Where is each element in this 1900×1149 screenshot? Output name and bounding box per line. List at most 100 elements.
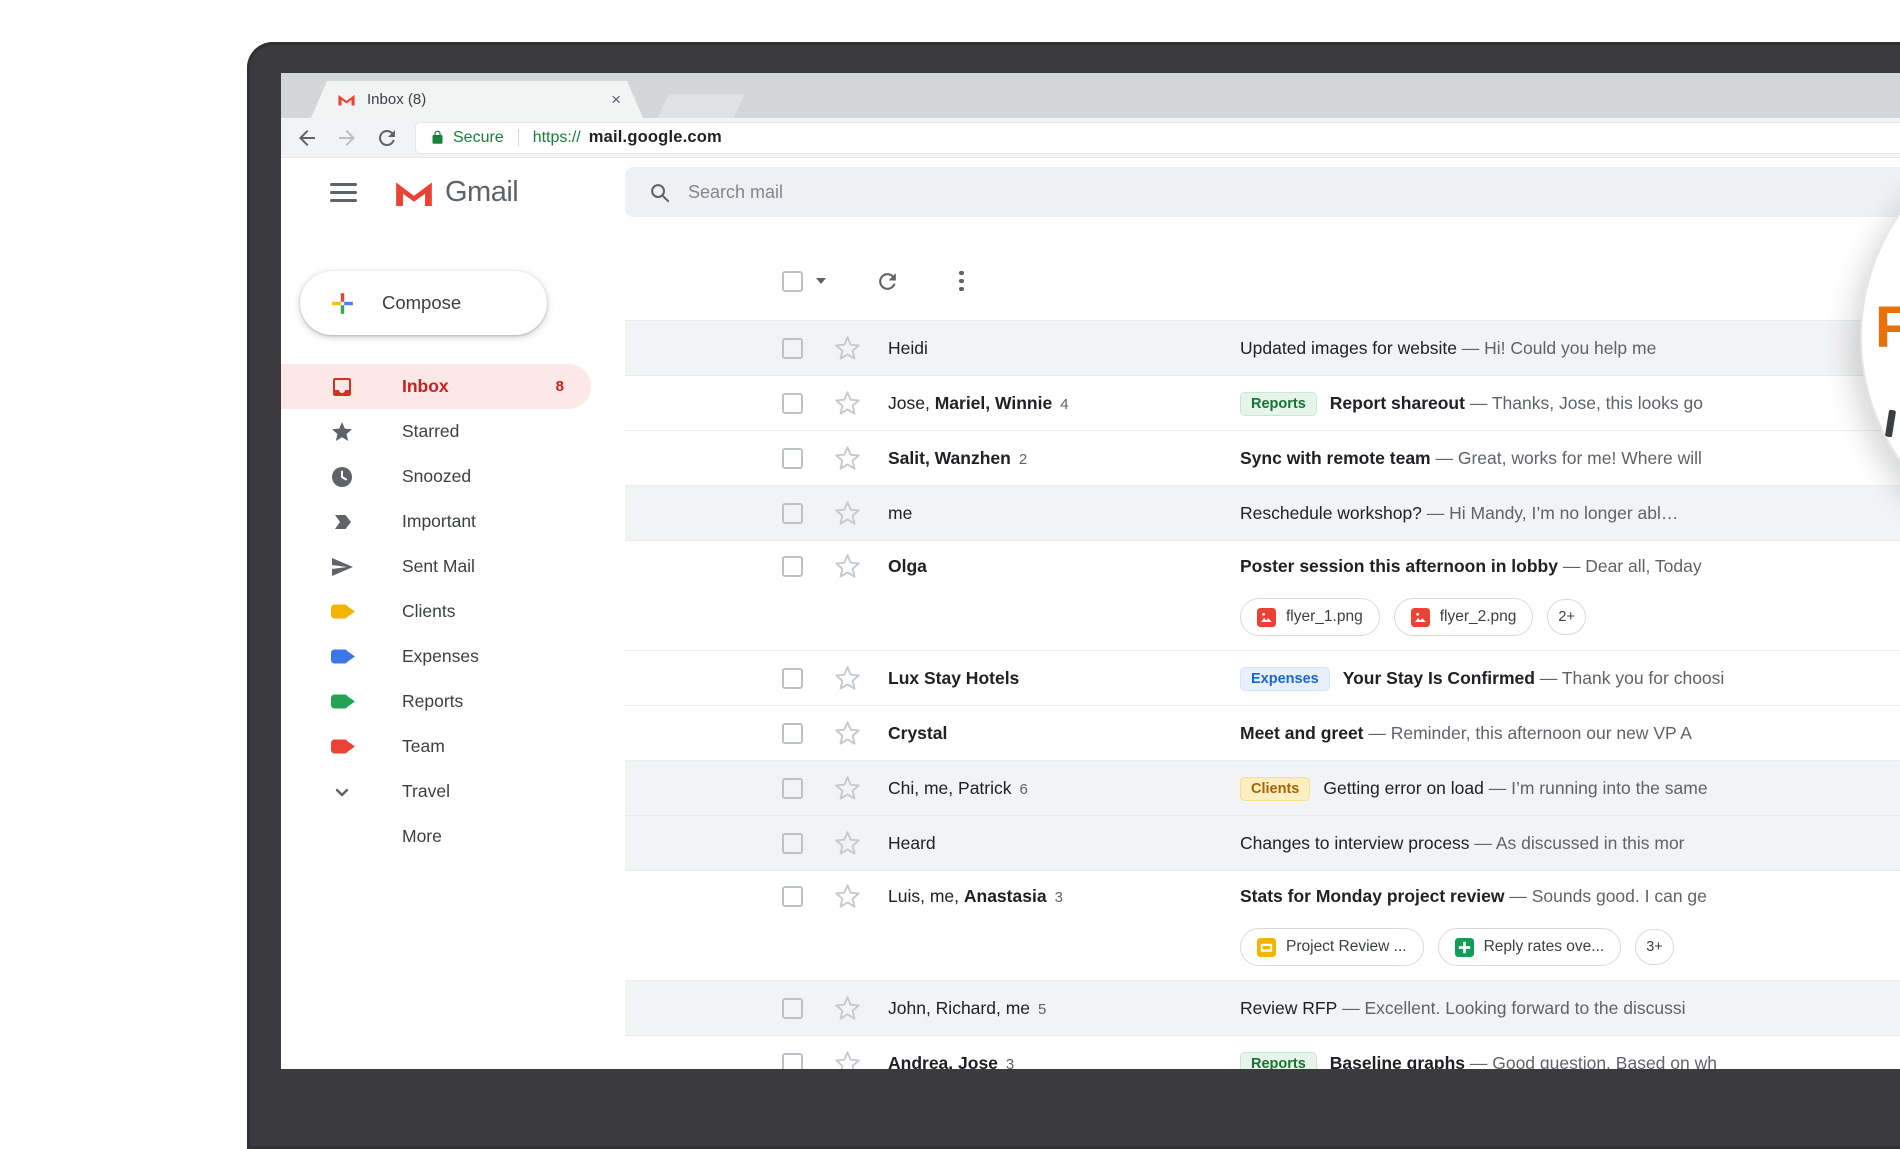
sidebar-item-starred[interactable]: Starred bbox=[281, 409, 591, 454]
forward-icon[interactable] bbox=[335, 126, 359, 150]
attachment-chip[interactable]: flyer_1.png bbox=[1240, 598, 1380, 636]
refresh-icon[interactable] bbox=[875, 269, 900, 294]
row-checkbox[interactable] bbox=[782, 723, 803, 744]
table-row[interactable]: HeidiUpdated images for website — Hi! Co… bbox=[625, 321, 1900, 376]
sidebar-item-expenses[interactable]: Expenses bbox=[281, 634, 591, 679]
row-main: Updated images for website — Hi! Could y… bbox=[1240, 321, 1900, 376]
row-checkbox-cell bbox=[782, 761, 803, 816]
tag-icon bbox=[330, 600, 357, 624]
sidebar-item-important[interactable]: Important bbox=[281, 499, 591, 544]
more-options-icon[interactable] bbox=[957, 269, 966, 294]
star-icon[interactable] bbox=[834, 390, 861, 417]
row-checkbox-cell bbox=[782, 871, 803, 921]
label-badge-reports[interactable]: Reports bbox=[1240, 392, 1317, 416]
star-icon[interactable] bbox=[834, 1050, 861, 1069]
table-row[interactable]: Lux Stay HotelsExpensesYour Stay Is Conf… bbox=[625, 651, 1900, 706]
back-icon[interactable] bbox=[295, 126, 319, 150]
table-row[interactable]: OlgaPoster session this afternoon in lob… bbox=[625, 541, 1900, 651]
label-badge-reports[interactable]: Reports bbox=[1240, 1052, 1317, 1070]
tab-close-icon[interactable]: × bbox=[611, 91, 621, 108]
more-attachments-chip[interactable]: 3+ bbox=[1635, 929, 1674, 965]
mail-list: HeidiUpdated images for website — Hi! Co… bbox=[625, 321, 1900, 1069]
star-icon[interactable] bbox=[834, 445, 861, 472]
star-icon[interactable] bbox=[834, 995, 861, 1022]
sidebar-item-more[interactable]: More bbox=[281, 814, 591, 859]
sidebar-item-team[interactable]: Team bbox=[281, 724, 591, 769]
star-icon[interactable] bbox=[834, 775, 861, 802]
select-dropdown-icon[interactable] bbox=[816, 278, 826, 284]
sidebar-item-clients[interactable]: Clients bbox=[281, 589, 591, 634]
sidebar: Compose Inbox8Starred Snoozed ImportantSen… bbox=[281, 226, 625, 1069]
background-tab[interactable] bbox=[657, 94, 745, 118]
search-input[interactable]: Search mail bbox=[625, 167, 1900, 217]
row-star-cell bbox=[803, 1036, 861, 1069]
row-main: Review RFP — Excellent. Looking forward … bbox=[1240, 981, 1900, 1036]
subject-line: ReportsBaseline graphs — Good question. … bbox=[1240, 1036, 1900, 1069]
table-row[interactable]: Salit, Wanzhen2Sync with remote team — G… bbox=[625, 431, 1900, 486]
sidebar-item-travel[interactable]: Travel bbox=[281, 769, 591, 814]
slides-file-icon bbox=[1257, 938, 1276, 957]
sidebar-item-label: Snoozed bbox=[402, 466, 471, 487]
row-checkbox[interactable] bbox=[782, 833, 803, 854]
star-icon[interactable] bbox=[834, 720, 861, 747]
table-row[interactable]: meReschedule workshop? — Hi Mandy, I’m n… bbox=[625, 486, 1900, 541]
subject-line: ExpensesYour Stay Is Confirmed — Thank y… bbox=[1240, 651, 1900, 706]
chevron-icon bbox=[330, 780, 357, 804]
sidebar-item-reports[interactable]: Reports bbox=[281, 679, 591, 724]
star-icon[interactable] bbox=[834, 500, 861, 527]
row-checkbox[interactable] bbox=[782, 1053, 803, 1069]
reload-icon[interactable] bbox=[375, 126, 399, 150]
table-row[interactable]: John, Richard, me5Review RFP — Excellent… bbox=[625, 981, 1900, 1036]
table-row[interactable]: Andrea, Jose3ReportsBaseline graphs — Go… bbox=[625, 1036, 1900, 1069]
table-row[interactable]: Jose, Mariel, Winnie4ReportsReport share… bbox=[625, 376, 1900, 431]
sender: John, Richard, me5 bbox=[888, 981, 1240, 1037]
row-checkbox[interactable] bbox=[782, 448, 803, 469]
table-row[interactable]: CrystalMeet and greet — Reminder, this a… bbox=[625, 706, 1900, 761]
star-icon[interactable] bbox=[834, 830, 861, 857]
image-file-icon bbox=[1257, 608, 1276, 627]
row-checkbox[interactable] bbox=[782, 393, 803, 414]
subject: Poster session this afternoon in lobby bbox=[1240, 556, 1558, 577]
table-row[interactable]: Chi, me, Patrick6ClientsGetting error on… bbox=[625, 761, 1900, 816]
star-icon[interactable] bbox=[834, 665, 861, 692]
row-checkbox[interactable] bbox=[782, 886, 803, 907]
star-icon[interactable] bbox=[834, 335, 861, 362]
hamburger-menu-icon[interactable] bbox=[330, 183, 357, 202]
tag-icon bbox=[330, 690, 357, 714]
sender: Chi, me, Patrick6 bbox=[888, 761, 1240, 817]
row-checkbox[interactable] bbox=[782, 668, 803, 689]
row-checkbox[interactable] bbox=[782, 778, 803, 799]
compose-button[interactable]: Compose bbox=[300, 271, 547, 335]
more-attachments-chip[interactable]: 2+ bbox=[1547, 599, 1586, 635]
browser-tab-strip: Inbox (8) × bbox=[281, 73, 1900, 118]
attachment-chip[interactable]: Reply rates ove... bbox=[1438, 928, 1622, 966]
address-bar[interactable]: Secure https:// mail.google.com bbox=[415, 122, 1900, 154]
search-placeholder: Search mail bbox=[688, 182, 783, 203]
table-row[interactable]: Luis, me, Anastasia3Stats for Monday pro… bbox=[625, 871, 1900, 981]
row-checkbox[interactable] bbox=[782, 998, 803, 1019]
label-badge-clients[interactable]: Clients bbox=[1240, 777, 1310, 801]
row-checkbox[interactable] bbox=[782, 338, 803, 359]
sidebar-item-inbox[interactable]: Inbox8 bbox=[281, 364, 591, 409]
label-badge-expenses[interactable]: Expenses bbox=[1240, 667, 1330, 691]
sidebar-item-snoozed[interactable]: Snoozed bbox=[281, 454, 591, 499]
subject-line: ReportsReport shareout — Thanks, Jose, t… bbox=[1240, 376, 1900, 431]
row-checkbox-cell bbox=[782, 486, 803, 541]
row-checkbox[interactable] bbox=[782, 556, 803, 577]
sidebar-item-sent-mail[interactable]: Sent Mail bbox=[281, 544, 591, 589]
subject-line: ClientsGetting error on load — I’m runni… bbox=[1240, 761, 1900, 816]
row-checkbox[interactable] bbox=[782, 503, 803, 524]
thread-count: 2 bbox=[1019, 451, 1027, 468]
star-icon[interactable] bbox=[834, 553, 861, 580]
mail-list-column: HeidiUpdated images for website — Hi! Co… bbox=[625, 226, 1900, 1069]
row-checkbox-cell bbox=[782, 541, 803, 591]
thread-count: 3 bbox=[1006, 1056, 1014, 1069]
snippet: — Thank you for choosi bbox=[1535, 668, 1724, 689]
attachment-chip[interactable]: flyer_2.png bbox=[1394, 598, 1534, 636]
table-row[interactable]: HeardChanges to interview process — As d… bbox=[625, 816, 1900, 871]
subject: Report shareout bbox=[1330, 393, 1465, 414]
browser-tab[interactable]: Inbox (8) × bbox=[311, 81, 643, 118]
attachment-chip[interactable]: Project Review ... bbox=[1240, 928, 1424, 966]
select-all-checkbox[interactable] bbox=[782, 271, 803, 292]
star-icon[interactable] bbox=[834, 883, 861, 910]
